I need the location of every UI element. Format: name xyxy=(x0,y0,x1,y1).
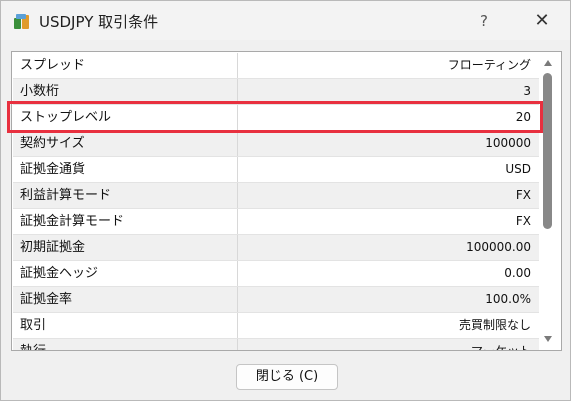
row-value: 売買制限なし xyxy=(458,318,531,332)
column-divider xyxy=(237,235,238,260)
column-divider xyxy=(237,261,238,286)
table-row[interactable]: 証拠金計算モード FX xyxy=(13,209,539,235)
column-divider xyxy=(237,131,238,156)
table-row[interactable]: 執行 マーケット xyxy=(13,339,539,351)
row-key: 利益計算モード xyxy=(20,188,112,203)
row-key: 証拠金通貨 xyxy=(20,162,86,177)
conditions-table: スプレッド フローティング小数桁 3 ストップレベル 20 契約サイズ 100000 証拠金通… xyxy=(11,51,562,351)
row-key: 証拠金率 xyxy=(20,292,73,307)
column-divider xyxy=(237,183,238,208)
table-row[interactable]: 初期証拠金 100000.00 xyxy=(13,235,539,261)
table-row[interactable]: 利益計算モード FX xyxy=(13,183,539,209)
close-button[interactable]: 閉じる (C) xyxy=(236,364,338,390)
column-divider xyxy=(237,209,238,234)
help-button[interactable]: ? xyxy=(464,5,504,37)
column-divider xyxy=(237,287,238,312)
row-key: 執行 xyxy=(20,339,46,350)
table-row[interactable]: 取引 売買制限なし xyxy=(13,313,539,339)
app-icon xyxy=(14,14,29,29)
title-bar[interactable]: USDJPY 取引条件 ? ✕ xyxy=(1,1,570,40)
column-divider xyxy=(237,105,238,130)
row-key: 初期証拠金 xyxy=(20,240,86,255)
row-key: スプレッド xyxy=(20,58,86,73)
row-value: 100000 xyxy=(485,136,531,150)
scroll-up-icon[interactable] xyxy=(544,60,552,66)
table-row[interactable]: 証拠金通貨 USD xyxy=(13,157,539,183)
row-value: 3 xyxy=(523,84,531,98)
row-value: USD xyxy=(505,162,531,176)
table-row[interactable]: 契約サイズ 100000 xyxy=(13,131,539,157)
table-row[interactable]: 証拠金率 100.0% xyxy=(13,287,539,313)
column-divider xyxy=(237,339,238,350)
table-row[interactable]: 小数桁 3 xyxy=(13,79,539,105)
row-key: 小数桁 xyxy=(20,84,60,99)
table-row[interactable]: ストップレベル 20 xyxy=(13,105,539,131)
column-divider xyxy=(237,157,238,182)
vertical-scrollbar[interactable] xyxy=(541,56,555,346)
row-value: マーケット xyxy=(470,344,531,351)
column-divider xyxy=(237,79,238,104)
row-key: 証拠金ヘッジ xyxy=(20,266,99,281)
scroll-down-icon[interactable] xyxy=(544,336,552,342)
row-value: FX xyxy=(515,214,531,228)
row-key: 取引 xyxy=(20,318,47,333)
row-value: 100.0% xyxy=(485,292,531,306)
close-icon[interactable]: ✕ xyxy=(520,5,564,37)
row-value: 100000.00 xyxy=(466,240,531,254)
table-row[interactable]: スプレッド フローティング xyxy=(13,53,539,79)
window-title: USDJPY 取引条件 xyxy=(39,13,159,31)
row-value: フローティング xyxy=(447,58,531,72)
dialog-window: USDJPY 取引条件 ? ✕ スプレッド フローティング小数桁 3 ストップレベル 2… xyxy=(0,0,571,401)
row-value: 20 xyxy=(515,110,531,124)
scroll-thumb[interactable] xyxy=(543,73,552,229)
column-divider xyxy=(237,53,238,78)
column-divider xyxy=(237,313,238,338)
table-rows: スプレッド フローティング小数桁 3 ストップレベル 20 契約サイズ 100000 証拠金通… xyxy=(13,53,539,351)
row-value: 0.00 xyxy=(504,266,531,280)
table-row[interactable]: 証拠金ヘッジ 0.00 xyxy=(13,261,539,287)
row-value: FX xyxy=(515,188,531,202)
row-key: 契約サイズ xyxy=(20,136,85,151)
row-key: 証拠金計算モード xyxy=(20,214,125,229)
row-key: ストップレベル xyxy=(20,110,112,125)
